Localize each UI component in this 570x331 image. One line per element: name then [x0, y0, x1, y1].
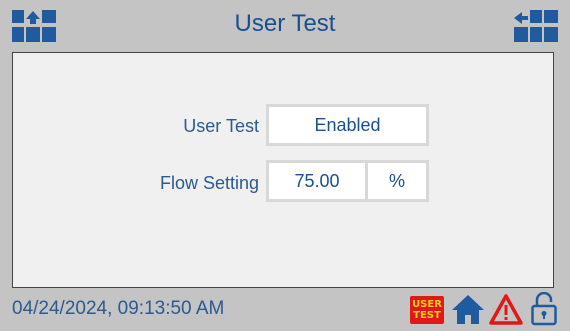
home-icon	[452, 295, 484, 324]
warning-triangle-icon	[489, 294, 523, 325]
lock-button[interactable]	[530, 291, 558, 331]
flow-setting-field[interactable]: 75.00	[266, 160, 368, 202]
user-test-mode-badge: USER TEST	[410, 296, 444, 324]
unlocked-padlock-icon	[531, 291, 557, 326]
page-title: User Test	[234, 10, 336, 37]
user-test-badge-line1: USER	[412, 299, 442, 310]
home-button[interactable]	[450, 293, 486, 330]
user-test-label: User Test	[183, 116, 259, 136]
user-test-field[interactable]: Enabled	[266, 104, 429, 146]
grid-forward-arrow-icon	[514, 10, 558, 42]
settings-panel: User Test Enabled Flow Setting 75.00 %	[12, 52, 554, 288]
title-bar: User Test	[0, 0, 570, 52]
datetime-display: 04/24/2024, 09:13:50 AM	[12, 298, 225, 319]
alarm-button[interactable]	[488, 293, 524, 330]
flow-setting-unit: %	[365, 160, 429, 202]
flow-setting-label: Flow Setting	[159, 173, 259, 193]
nav-forward-button[interactable]	[514, 10, 558, 42]
user-test-badge-line2: TEST	[413, 310, 441, 321]
